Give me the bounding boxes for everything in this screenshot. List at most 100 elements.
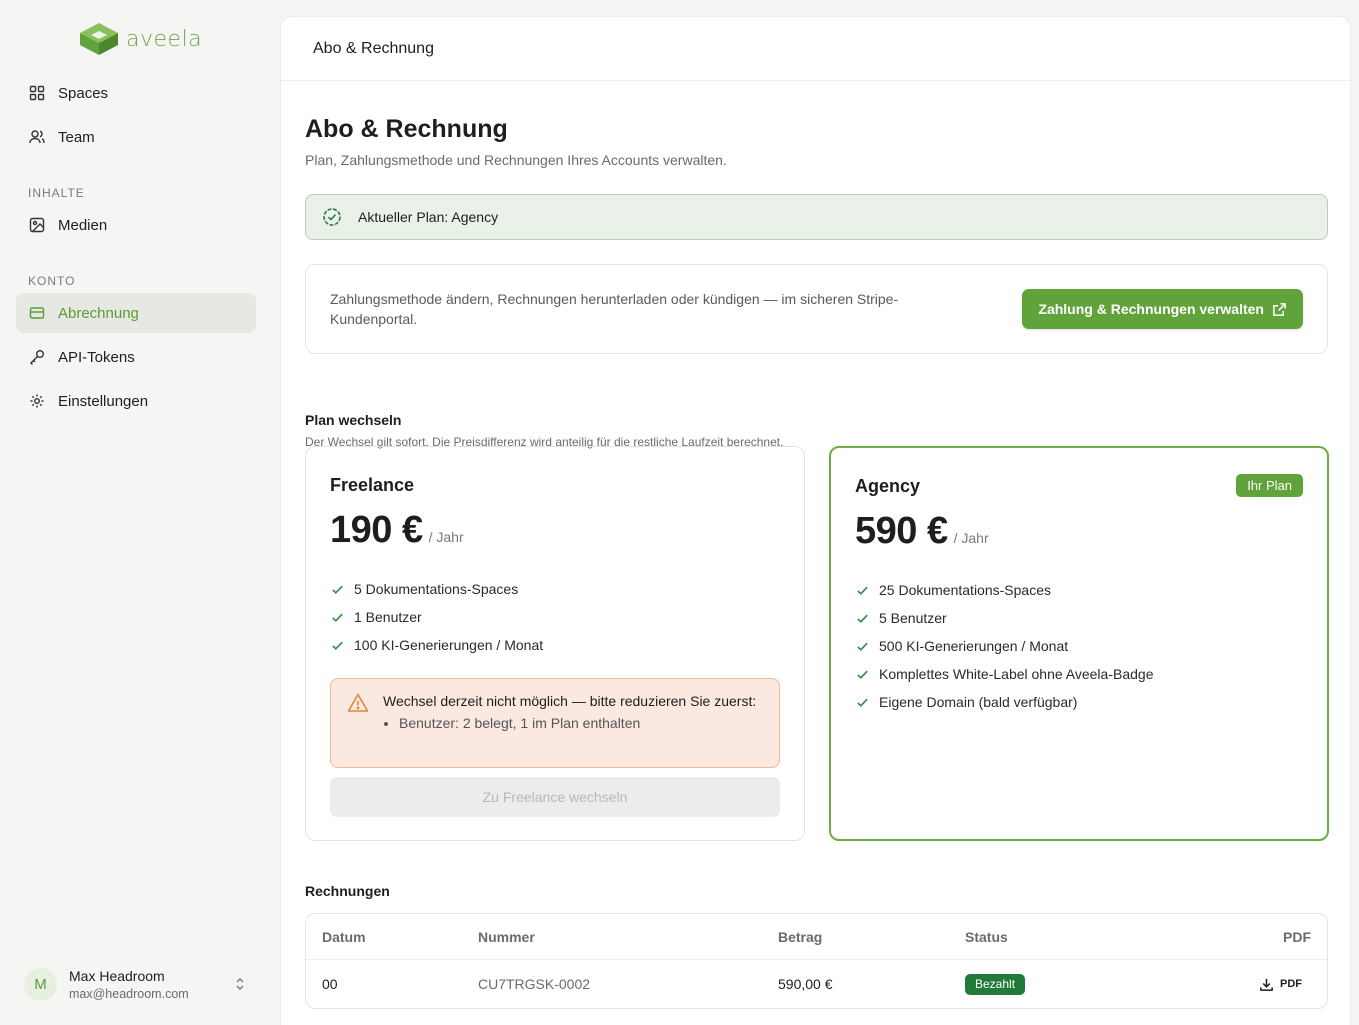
sidebar-item-label: Medien	[58, 216, 108, 234]
feature-list: 25 Dokumentations-Spaces 5 Benutzer 500 …	[855, 576, 1153, 716]
feature-label: 100 KI-Generierungen / Monat	[354, 637, 544, 653]
sidebar-item-label: Spaces	[58, 84, 109, 102]
download-pdf-link[interactable]: PDF	[1259, 977, 1302, 992]
check-icon	[332, 585, 343, 594]
page-title: Abo & Rechnung	[305, 115, 508, 143]
check-icon	[857, 586, 868, 595]
grid-icon	[29, 85, 45, 101]
pdf-label: PDF	[1280, 978, 1302, 990]
plan-name: Agency	[855, 476, 921, 496]
feature-item: 100 KI-Generierungen / Monat	[330, 631, 543, 659]
plan-switch-title: Plan wechseln	[305, 412, 402, 428]
user-email: max@headroom.com	[69, 986, 189, 1001]
feature-label: Eigene Domain (bald verfügbar)	[879, 694, 1078, 710]
feature-label: 1 Benutzer	[354, 609, 422, 625]
check-icon	[857, 642, 868, 651]
sidebar-item-einstellungen[interactable]: Einstellungen	[16, 381, 256, 421]
manage-billing-button[interactable]: Zahlung & Rechnungen verwalten	[1022, 289, 1303, 329]
check-icon	[857, 698, 868, 707]
section-heading-konto: KONTO	[28, 274, 76, 288]
feature-label: 500 KI-Generierungen / Monat	[879, 638, 1069, 654]
download-icon	[1260, 978, 1273, 991]
invoice-amount: 590,00 €	[778, 976, 833, 992]
price-amount: 190 €	[330, 509, 423, 551]
sidebar: aveela Spaces Team INHALTE Medien KONTO …	[0, 0, 272, 1025]
column-header-status: Status	[965, 929, 1008, 945]
avatar: M	[24, 967, 57, 1001]
sidebar-item-medien[interactable]: Medien	[16, 205, 256, 245]
sidebar-item-label: Abrechnung	[58, 304, 139, 322]
sidebar-item-abrechnung[interactable]: Abrechnung	[16, 293, 256, 333]
chevron-up-down-icon[interactable]	[232, 976, 248, 992]
table-header: Datum Nummer Betrag Status PDF	[306, 914, 1327, 960]
feature-label: 5 Benutzer	[879, 610, 947, 626]
plan-price: 190 € / Jahr	[330, 509, 464, 552]
portal-description: Zahlungsmethode ändern, Rechnungen herun…	[330, 291, 899, 327]
table-row: 00 CU7TRGSK-0002 590,00 € Bezahlt PDF	[306, 961, 1327, 1007]
sidebar-item-label: Team	[58, 128, 95, 146]
feature-item: 1 Benutzer	[330, 603, 543, 631]
feature-item: 5 Benutzer	[855, 604, 1153, 632]
check-icon	[332, 641, 343, 650]
check-circle-icon	[323, 208, 341, 226]
feature-list: 5 Dokumentations-Spaces 1 Benutzer 100 K…	[330, 575, 543, 659]
main-panel: Abo & Rechnung Abo & Rechnung Plan, Zahl…	[280, 16, 1351, 1025]
status-badge: Bezahlt	[965, 973, 1026, 995]
invoice-number: CU7TRGSK-0002	[478, 976, 591, 992]
user-menu[interactable]: M Max Headroom max@headroom.com	[24, 964, 256, 1004]
feature-item: 500 KI-Generierungen / Monat	[855, 632, 1153, 660]
feature-item: Komplettes White-Label ohne Aveela-Badge	[855, 660, 1153, 688]
invoice-status-cell: Bezahlt	[965, 961, 1026, 1007]
warning-title: Wechsel derzeit nicht möglich — bitte re…	[383, 693, 757, 709]
key-icon	[30, 350, 44, 365]
check-icon	[857, 614, 868, 623]
feature-label: Komplettes White-Label ohne Aveela-Badge	[879, 666, 1154, 682]
price-unit: / Jahr	[953, 530, 989, 546]
manage-billing-label: Zahlung & Rechnungen verwalten	[1038, 301, 1264, 317]
check-icon	[857, 670, 868, 679]
current-plan-badge: Ihr Plan	[1236, 474, 1303, 497]
logo[interactable]: aveela	[78, 22, 202, 56]
plan-card-freelance: Freelance 190 € / Jahr 5 Dokumentations-…	[305, 446, 805, 841]
column-header-pdf: PDF	[1283, 929, 1311, 945]
gear-icon	[30, 394, 44, 408]
page-subtitle: Plan, Zahlungsmethode und Rechnungen Ihr…	[305, 152, 727, 168]
plan-card-agency: Agency Ihr Plan 590 € / Jahr 25 Dokument…	[829, 446, 1329, 841]
price-unit: / Jahr	[428, 529, 464, 545]
section-heading-inhalte: INHALTE	[28, 186, 85, 200]
user-name: Max Headroom	[69, 967, 165, 984]
invoices-title: Rechnungen	[305, 883, 390, 899]
users-icon	[29, 130, 45, 144]
plan-name: Freelance	[330, 475, 415, 495]
warning-list: Benutzer: 2 belegt, 1 im Plan enthalten	[383, 715, 763, 731]
price-amount: 590 €	[855, 510, 948, 552]
plan-price: 590 € / Jahr	[855, 510, 989, 553]
warning-icon	[347, 693, 369, 712]
sidebar-item-team[interactable]: Team	[16, 117, 256, 157]
current-plan-text: Aktueller Plan: Agency	[358, 209, 499, 225]
credit-card-icon	[29, 307, 45, 319]
column-header-betrag: Betrag	[778, 929, 823, 945]
current-plan-banner: Aktueller Plan: Agency	[305, 194, 1328, 240]
feature-label: 25 Dokumentations-Spaces	[879, 582, 1051, 598]
feature-item: 5 Dokumentations-Spaces	[330, 575, 543, 603]
logo-icon	[80, 23, 118, 55]
column-header-nummer: Nummer	[478, 929, 535, 945]
sidebar-item-spaces[interactable]: Spaces	[16, 73, 256, 113]
sidebar-item-label: Einstellungen	[58, 392, 149, 410]
external-link-icon	[1273, 302, 1286, 316]
billing-portal-card: Zahlungsmethode ändern, Rechnungen herun…	[305, 264, 1328, 354]
sidebar-item-label: API-Tokens	[58, 348, 135, 366]
topbar-title: Abo & Rechnung	[281, 17, 1350, 81]
downgrade-warning: Wechsel derzeit nicht möglich — bitte re…	[330, 678, 780, 768]
feature-item: 25 Dokumentations-Spaces	[855, 576, 1153, 604]
invoice-date: 00	[322, 976, 338, 992]
feature-item: Eigene Domain (bald verfügbar)	[855, 688, 1153, 716]
check-icon	[332, 613, 343, 622]
invoices-table: Datum Nummer Betrag Status PDF 00 CU7TRG…	[305, 913, 1328, 1009]
sidebar-item-api-tokens[interactable]: API-Tokens	[16, 337, 256, 377]
invoice-pdf-cell: PDF	[1259, 961, 1302, 1007]
column-header-datum: Datum	[322, 929, 366, 945]
switch-to-freelance-button[interactable]: Zu Freelance wechseln	[330, 777, 780, 817]
warning-item: Benutzer: 2 belegt, 1 im Plan enthalten	[399, 715, 763, 731]
